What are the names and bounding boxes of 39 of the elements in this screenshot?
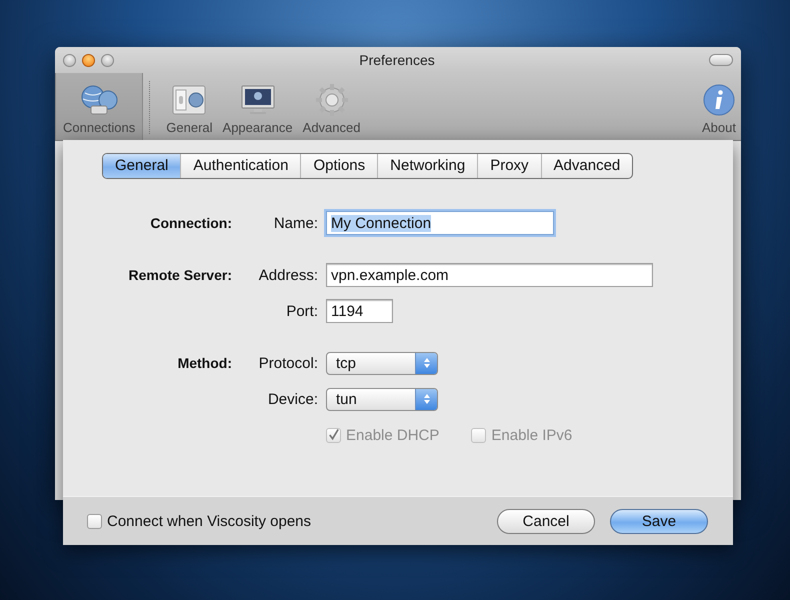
stepper-arrows-icon [415,352,437,374]
switch-panel-icon [172,84,206,116]
tab[interactable]: General [103,154,180,178]
globes-icon [79,84,120,116]
section-heading: Connection: [150,215,232,231]
field-label: Address: [258,266,318,284]
text-field[interactable]: vpn.example.com [326,263,653,287]
tab[interactable]: Networking [377,154,478,178]
window-control-icon[interactable] [82,54,95,66]
tab[interactable]: Options [300,154,378,178]
stepper-arrows-icon [415,388,437,410]
checkbox[interactable]: Connect when Viscosity opens [87,512,312,530]
window-control-icon[interactable] [101,54,114,66]
section-heading: Method: [178,355,232,371]
monitor-icon [240,84,276,116]
toolbar-item[interactable]: About [697,73,741,140]
toolbar-toggle-icon[interactable] [709,54,733,66]
tab[interactable]: Proxy [477,154,541,178]
toolbar-item[interactable]: Appearance [218,73,298,140]
field-label: Device: [268,390,318,408]
section-heading: Remote Server: [128,267,232,283]
info-icon [703,84,735,116]
toolbar-item[interactable]: Advanced [298,73,366,140]
cancel-button[interactable]: Cancel [497,508,595,534]
popup-button[interactable]: tun [326,388,438,410]
checkmark-icon [327,428,340,442]
window-title: Preferences [358,52,436,68]
window-control-icon[interactable] [63,54,76,66]
toolbar-item[interactable]: Connections [55,73,144,140]
field-label: Port: [286,302,318,320]
tab[interactable]: Authentication [180,154,300,178]
save-button[interactable]: Save [610,508,708,534]
field-label: Protocol: [258,354,318,372]
popup-button[interactable]: tcp [326,352,438,374]
tab[interactable]: Advanced [540,154,632,178]
text-field[interactable]: 1194 [326,299,393,323]
text-field[interactable]: My Connection [326,211,554,235]
toolbar-item[interactable]: General [161,73,218,140]
field-label: Name: [274,214,318,232]
